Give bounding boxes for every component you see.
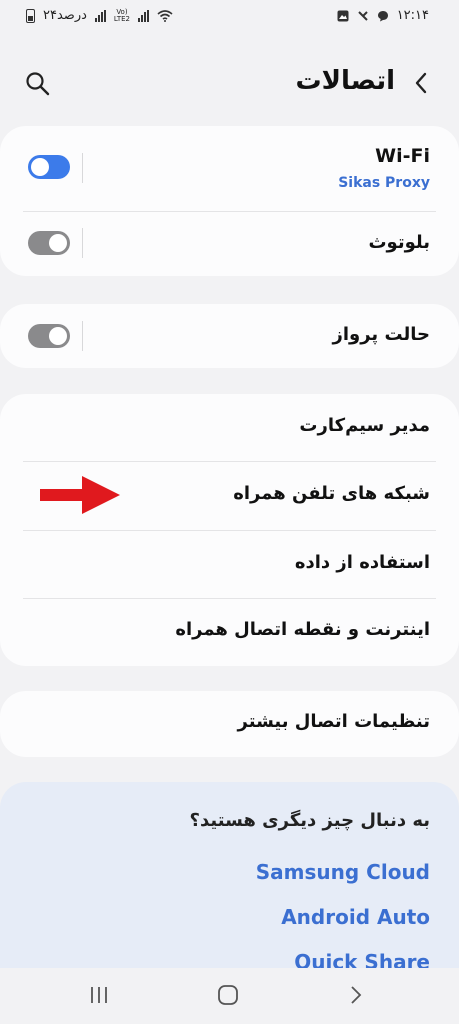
card-mobile: مدیر سیم‌کارت شبکه های تلفن همراه استفاد… bbox=[0, 394, 459, 666]
wifi-row[interactable]: Wi-Fi Sikas Proxy bbox=[0, 126, 459, 211]
back-nav-icon[interactable] bbox=[342, 982, 368, 1008]
airplane-label: حالت پرواز bbox=[332, 324, 431, 345]
samsung-cloud-link[interactable]: Samsung Cloud bbox=[256, 860, 430, 884]
volte-bottom: LTE2 bbox=[113, 14, 130, 23]
sim-manager-row[interactable]: مدیر سیم‌کارت bbox=[0, 394, 459, 461]
toggle-knob bbox=[49, 234, 67, 252]
data-usage-label: استفاده از داده bbox=[294, 552, 430, 573]
suggestions-panel: به دنبال چیز دیگری هستید؟ Samsung Cloud … bbox=[0, 782, 459, 974]
airplane-row[interactable]: حالت پرواز bbox=[0, 304, 459, 368]
status-left: ۲۴درصد Vo) LTE2 bbox=[26, 8, 173, 23]
status-bar: ۲۴درصد Vo) LTE2 ۱۲:۱۴ bbox=[0, 0, 459, 34]
signal-icon bbox=[94, 9, 106, 22]
gallery-icon bbox=[337, 10, 349, 21]
wifi-toggle[interactable] bbox=[28, 155, 70, 179]
sim-manager-label: مدیر سیم‌کارت bbox=[299, 415, 430, 436]
signal-icon-2 bbox=[138, 9, 149, 22]
battery-percent: ۲۴درصد bbox=[43, 8, 87, 23]
system-nav-bar bbox=[0, 968, 459, 1024]
toggle-knob bbox=[49, 327, 67, 345]
search-icon[interactable] bbox=[24, 70, 52, 98]
volte-indicator: Vo) LTE2 bbox=[113, 8, 130, 23]
page-title: اتصالات bbox=[295, 66, 395, 96]
row-separator bbox=[82, 228, 83, 258]
clock: ۱۲:۱۴ bbox=[396, 8, 429, 23]
suggestions-title: به دنبال چیز دیگری هستید؟ bbox=[189, 810, 430, 831]
recent-apps-icon[interactable] bbox=[86, 982, 112, 1008]
wifi-icon bbox=[157, 9, 173, 22]
airplane-toggle[interactable] bbox=[28, 324, 70, 348]
card-wireless: Wi-Fi Sikas Proxy بلوتوث bbox=[0, 126, 459, 276]
android-auto-link[interactable]: Android Auto bbox=[281, 905, 430, 929]
app-header: اتصالات bbox=[0, 62, 459, 106]
back-chevron-icon[interactable] bbox=[409, 70, 435, 96]
row-separator bbox=[82, 321, 83, 351]
annotation-arrow-icon bbox=[40, 476, 120, 514]
bluetooth-label: بلوتوث bbox=[368, 232, 430, 253]
wifi-label: Wi-Fi bbox=[375, 145, 430, 167]
row-separator bbox=[82, 153, 83, 183]
battery-icon bbox=[26, 8, 35, 23]
chat-icon bbox=[377, 10, 388, 21]
home-icon[interactable] bbox=[215, 982, 241, 1008]
bluetooth-toggle[interactable] bbox=[28, 231, 70, 255]
more-settings-label: تنظیمات اتصال بیشتر bbox=[237, 711, 430, 732]
status-right: ۱۲:۱۴ bbox=[337, 8, 429, 23]
data-usage-row[interactable]: استفاده از داده bbox=[0, 531, 459, 598]
bluetooth-row[interactable]: بلوتوث bbox=[0, 212, 459, 276]
toggle-knob bbox=[31, 158, 49, 176]
hotspot-label: اینترنت و نقطه اتصال همراه bbox=[175, 619, 430, 640]
more-settings-row[interactable]: تنظیمات اتصال بیشتر bbox=[0, 691, 459, 757]
card-more: تنظیمات اتصال بیشتر bbox=[0, 691, 459, 757]
hotspot-row[interactable]: اینترنت و نقطه اتصال همراه bbox=[0, 599, 459, 666]
blocked-icon bbox=[357, 10, 368, 21]
card-airplane: حالت پرواز bbox=[0, 304, 459, 368]
mobile-networks-label: شبکه های تلفن همراه bbox=[233, 483, 430, 504]
wifi-network-name: Sikas Proxy bbox=[338, 175, 430, 191]
